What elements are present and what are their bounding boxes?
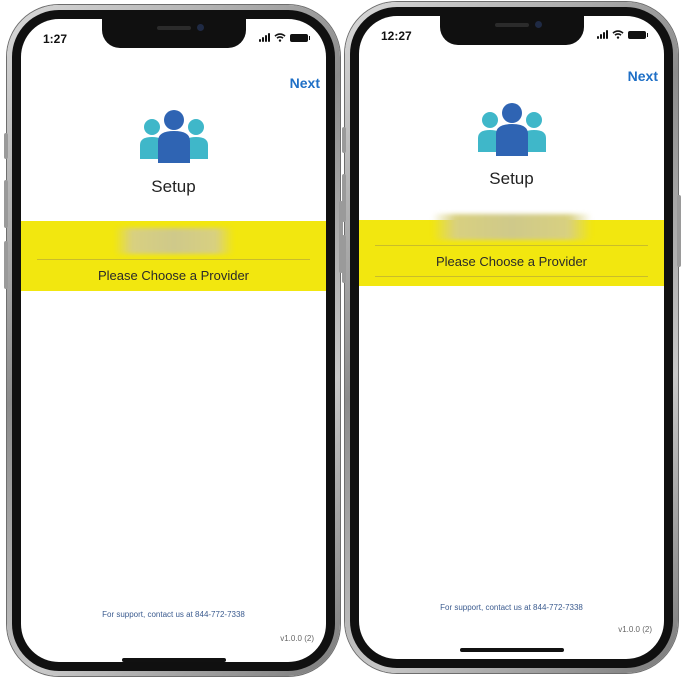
phone-screen: 12:27 Next Setup Please Choose a Provide… xyxy=(359,16,664,659)
front-camera xyxy=(196,24,204,31)
setup-title: Setup xyxy=(151,177,196,196)
side-button xyxy=(4,133,8,159)
provider-highlight: Please Choose a Provider xyxy=(359,214,664,286)
phone-left: 1:27 Next Setup Please Choose a Provider… xyxy=(4,5,343,676)
cellular-signal-icon xyxy=(259,33,270,42)
status-time: 12:27 xyxy=(381,29,412,43)
speaker xyxy=(156,26,191,30)
provider-highlight: Please Choose a Provider xyxy=(21,221,326,291)
redacted-provider-field xyxy=(113,228,234,254)
status-icons xyxy=(259,33,310,42)
support-text: For support, contact us at 844-772-7338 xyxy=(440,603,583,612)
divider xyxy=(375,276,648,277)
side-button xyxy=(4,180,8,228)
battery-icon xyxy=(290,33,310,42)
phone-screen: 1:27 Next Setup Please Choose a Provider… xyxy=(21,19,326,662)
version-label: v1.0.0 (2) xyxy=(280,634,314,643)
status-time: 1:27 xyxy=(43,32,68,46)
wifi-icon xyxy=(274,33,286,42)
side-button xyxy=(342,127,346,153)
front-camera xyxy=(534,21,542,28)
home-indicator[interactable] xyxy=(121,658,226,662)
redacted-provider-field xyxy=(431,214,592,240)
phone-bezel: 1:27 Next Setup Please Choose a Provider… xyxy=(12,10,335,671)
side-button xyxy=(4,241,8,289)
notch xyxy=(439,16,584,45)
people-group-icon xyxy=(139,110,208,163)
side-button xyxy=(342,235,346,283)
side-button xyxy=(677,195,681,267)
phone-bezel: 12:27 Next Setup Please Choose a Provide… xyxy=(350,7,673,668)
phone-right: 12:27 Next Setup Please Choose a Provide… xyxy=(342,2,681,673)
screenshot-canvas: 1:27 Next Setup Please Choose a Provider… xyxy=(0,0,684,677)
notch xyxy=(101,19,246,48)
support-text: For support, contact us at 844-772-7338 xyxy=(102,610,245,619)
side-button xyxy=(342,174,346,222)
version-label: v1.0.0 (2) xyxy=(618,625,652,634)
choose-provider-button[interactable]: Please Choose a Provider xyxy=(359,254,664,269)
cellular-signal-icon xyxy=(597,30,608,39)
speaker xyxy=(494,23,529,27)
next-button[interactable]: Next xyxy=(290,75,320,91)
battery-icon xyxy=(628,30,648,39)
choose-provider-button[interactable]: Please Choose a Provider xyxy=(21,268,326,283)
next-button[interactable]: Next xyxy=(628,68,658,84)
home-indicator[interactable] xyxy=(459,648,564,652)
status-icons xyxy=(597,30,648,39)
setup-title: Setup xyxy=(489,169,534,188)
wifi-icon xyxy=(612,30,624,39)
people-group-icon xyxy=(477,103,546,156)
divider xyxy=(37,259,310,260)
divider xyxy=(375,245,648,246)
